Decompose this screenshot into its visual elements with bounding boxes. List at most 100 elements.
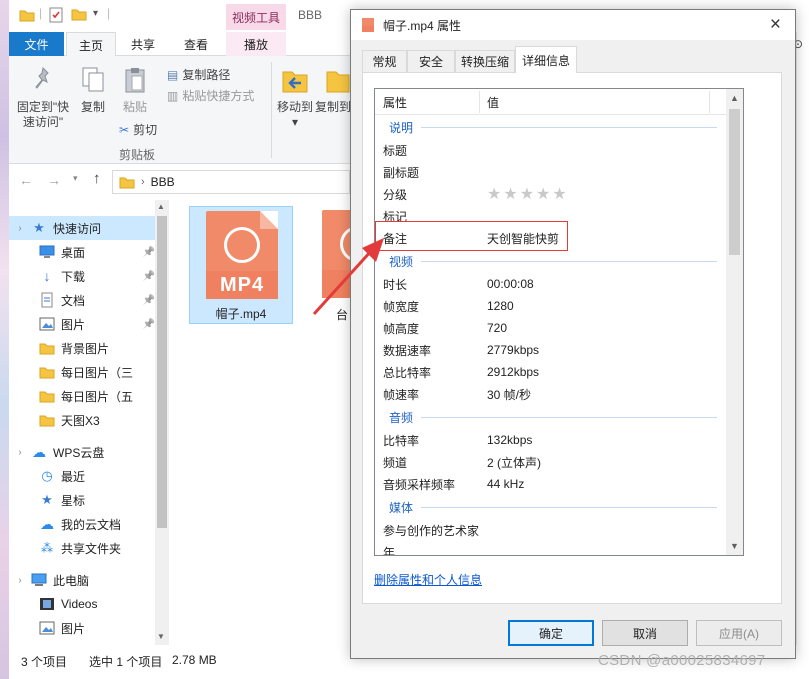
property-row[interactable]: 标题 (383, 139, 723, 161)
paste-shortcut-button[interactable]: ▥ 粘贴快捷方式 (167, 87, 254, 104)
chevron-right-icon[interactable]: › (15, 223, 25, 234)
property-row[interactable]: 比特率 132kbps (383, 429, 723, 451)
scroll-up-icon[interactable]: ▲ (157, 202, 165, 211)
copy-to-button[interactable]: 复制到 (315, 100, 351, 115)
property-row[interactable]: 年 (383, 541, 723, 556)
scroll-up-icon[interactable]: ▲ (729, 91, 740, 105)
document-icon (39, 292, 55, 308)
column-separator (479, 91, 480, 113)
rating-stars[interactable]: ★★★★★ (487, 184, 717, 204)
tab-play[interactable]: 播放 (226, 32, 286, 56)
chevron-right-icon[interactable]: › (15, 575, 25, 586)
address-bar[interactable]: › BBB (112, 170, 350, 194)
sidebar-item[interactable]: ☁ 我的云文档 (9, 512, 159, 536)
sidebar-item-label: 图片 (61, 621, 86, 636)
move-to-button[interactable]: 移动到 ▾ (273, 100, 317, 130)
sidebar-item[interactable]: ★ 星标 (9, 488, 159, 512)
property-row[interactable]: 时长 00:00:08 (383, 273, 723, 295)
sidebar-item[interactable]: 每日图片（三 (9, 360, 159, 384)
sidebar-item[interactable]: 每日图片（五 (9, 384, 159, 408)
sidebar-item-label: 共享文件夹 (61, 541, 122, 556)
sidebar-item[interactable]: 背景图片 (9, 336, 159, 360)
sidebar-item[interactable]: 图片 📌 (9, 312, 159, 336)
pin-to-quick-access-button[interactable]: 固定到"快速访问" (13, 100, 73, 130)
picture-icon (39, 317, 55, 331)
tab-general[interactable]: 常规 (362, 50, 407, 72)
property-group-header[interactable]: 视频 (389, 251, 413, 271)
property-row[interactable]: 帧速率 30 帧/秒 (383, 383, 723, 405)
sidebar-item[interactable]: › ☁ WPS云盘 (9, 440, 159, 464)
sidebar-item[interactable]: › 此电脑 (9, 568, 159, 592)
pin-icon: 📌 (142, 318, 155, 330)
remove-properties-link[interactable]: 删除属性和个人信息 (374, 571, 482, 588)
chevron-right-icon[interactable]: › (15, 447, 25, 458)
property-row[interactable]: 频道 2 (立体声) (383, 451, 723, 473)
recent-locations-icon[interactable]: ▾ (73, 173, 78, 184)
property-group-header[interactable]: 音频 (389, 407, 413, 427)
copy-path-button[interactable]: ▤ 复制路径 (167, 66, 230, 83)
cut-button[interactable]: ✂ 剪切 (119, 121, 157, 138)
chevron-down-icon[interactable]: ▾ (93, 8, 98, 19)
forward-arrow-icon[interactable]: → (47, 172, 61, 188)
move-to-label: 移动到 (276, 100, 313, 114)
sidebar-item[interactable]: 图片 (9, 616, 159, 640)
tab-security[interactable]: 安全 (407, 50, 455, 72)
property-key: 帧宽度 (383, 299, 420, 314)
sidebar-item[interactable]: 天图X3 (9, 408, 159, 432)
sidebar-item-label: Videos (61, 597, 98, 611)
tab-view[interactable]: 查看 (172, 32, 220, 56)
sidebar-item[interactable]: ↓ 下载 📌 (9, 264, 159, 288)
sidebar-item[interactable]: ◷ 最近 (9, 464, 159, 488)
column-header-property[interactable]: 属性 (383, 89, 407, 115)
close-icon[interactable]: × (770, 14, 781, 36)
tab-convert[interactable]: 转换压缩 (455, 50, 515, 72)
sidebar-item[interactable]: Videos (9, 592, 159, 616)
copy-button[interactable]: 复制 (75, 100, 111, 115)
property-row[interactable]: 帧宽度 1280 (383, 295, 723, 317)
scroll-down-icon[interactable]: ▼ (729, 539, 740, 553)
property-list-scrollbar[interactable]: ▲ ▼ (726, 89, 743, 555)
back-arrow-icon[interactable]: ← (19, 172, 33, 188)
property-group-header[interactable]: 说明 (389, 117, 413, 137)
new-folder-icon[interactable] (71, 7, 87, 21)
scroll-down-icon[interactable]: ▼ (157, 632, 165, 641)
toolbar-separator: | (107, 6, 111, 20)
selected-size: 2.78 MB (172, 653, 217, 667)
download-icon: ↓ (43, 268, 51, 284)
sidebar-item[interactable]: 文档 📌 (9, 288, 159, 312)
ok-button[interactable]: 确定 (508, 620, 594, 646)
property-row[interactable]: 参与创作的艺术家 (383, 519, 723, 541)
tab-file[interactable]: 文件 (9, 32, 64, 56)
breadcrumb-bbb[interactable]: BBB (151, 175, 175, 189)
sidebar-item[interactable]: › ★ 快速访问 (9, 216, 159, 240)
property-group-header[interactable]: 媒体 (389, 497, 413, 517)
property-row[interactable]: 副标题 (383, 161, 723, 183)
cancel-button[interactable]: 取消 (602, 620, 688, 646)
dialog-title-bar: 帽子.mp4 属性 × (351, 10, 795, 40)
tab-home[interactable]: 主页 (66, 32, 116, 57)
property-row[interactable]: 数据速率 2779kbps (383, 339, 723, 361)
sidebar-item[interactable]: ⁂ 共享文件夹 (9, 536, 159, 560)
properties-icon[interactable] (49, 7, 63, 23)
property-key: 总比特率 (383, 365, 432, 380)
ribbon: 固定到"快速访问" 复制 粘贴 ▤ 复制路径 ▥ 粘贴快捷方式 ✂ 剪切 剪贴板 移动… (9, 56, 351, 164)
cloud-icon: ☁ (40, 515, 54, 532)
tab-share[interactable]: 共享 (120, 32, 166, 56)
file-item-mp4[interactable]: MP4 帽子.mp4 (189, 206, 293, 324)
property-list[interactable]: 属性 值 ▲ ▼ 说明 标题 副标题 分级 ★★★★★ 标记 备注 天创智能快剪 视频 时长 00:… (374, 88, 744, 556)
apply-button[interactable]: 应用(A) (696, 620, 782, 646)
column-header-value[interactable]: 值 (487, 89, 499, 115)
up-arrow-icon[interactable]: ↑ (93, 170, 101, 187)
paste-button[interactable]: 粘贴 (117, 100, 153, 115)
folder-icon[interactable] (19, 8, 35, 22)
property-row[interactable]: 总比特率 2912kbps (383, 361, 723, 383)
property-row[interactable]: 帧高度 720 (383, 317, 723, 339)
property-list-scroll-thumb[interactable] (729, 109, 740, 255)
annotation-arrow-icon (312, 238, 384, 316)
sidebar-scroll-thumb[interactable] (157, 216, 167, 528)
property-row[interactable]: 音频采样频率 44 kHz (383, 473, 723, 495)
sidebar-item[interactable]: 桌面 📌 (9, 240, 159, 264)
tab-details[interactable]: 详细信息 (515, 46, 577, 73)
property-row[interactable]: 分级 ★★★★★ (383, 183, 723, 205)
clipboard-group-label: 剪贴板 (119, 148, 156, 162)
